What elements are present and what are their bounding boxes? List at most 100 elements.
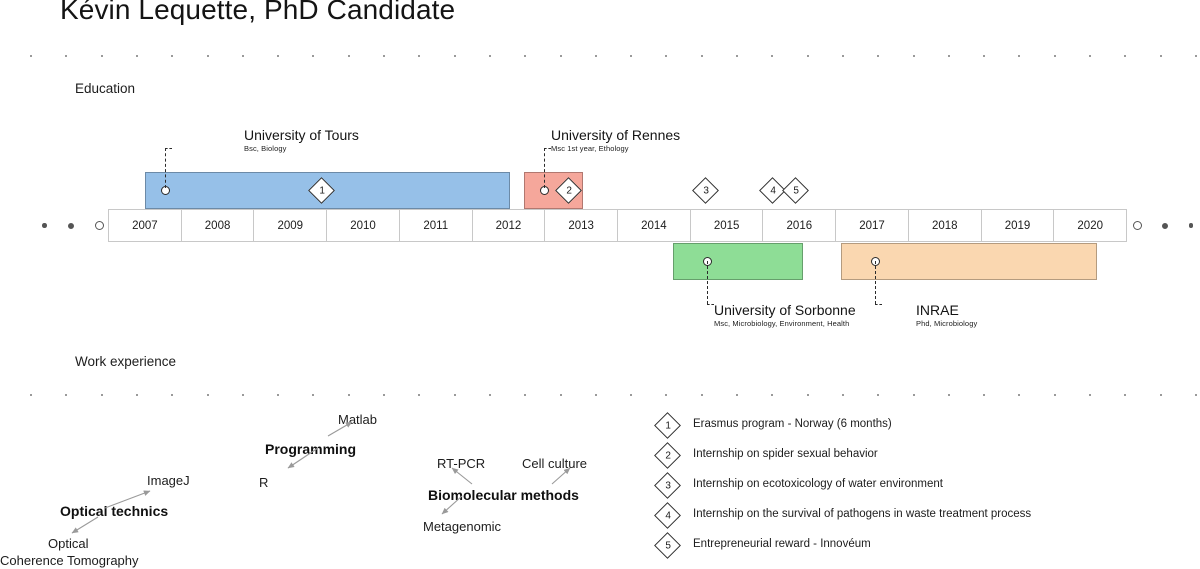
- leader-line-rennes: [544, 148, 545, 188]
- divider-dot: [806, 55, 809, 57]
- divider-dot: [700, 55, 703, 57]
- divider-dot: [806, 394, 809, 396]
- milestone-number: 4: [770, 185, 776, 197]
- legend-label: Entrepreneurial reward - Innovéum: [693, 538, 871, 550]
- year-cell[interactable]: 2014: [618, 210, 691, 241]
- period-institution-inrae: INRAE: [916, 302, 959, 318]
- year-cell[interactable]: 2017: [836, 210, 909, 241]
- milestone-number: 2: [566, 185, 572, 197]
- divider-dot: [206, 55, 209, 57]
- year-cell[interactable]: 2011: [400, 210, 473, 241]
- period-callout-rennes: University of Rennes Msc 1st year, Etholo…: [551, 128, 680, 155]
- divider-dot: [1124, 55, 1127, 57]
- divider-dot: [665, 394, 668, 396]
- period-institution-tours: University of Tours: [244, 127, 359, 143]
- divider-dot: [1053, 394, 1056, 396]
- legend-row[interactable]: 3 Internship on ecotoxicology of water en…: [654, 472, 1178, 504]
- cv-timeline-page: Kévin Lequette, PhD Candidate Education …: [0, 0, 1200, 569]
- divider-dot: [135, 55, 138, 57]
- year-cell[interactable]: 2008: [182, 210, 255, 241]
- divider-dot: [559, 394, 562, 396]
- divider-dot: [524, 55, 527, 57]
- legend-number: 3: [665, 480, 671, 492]
- milestone-legend: 1 Erasmus program - Norway (6 months) 2 Int…: [654, 412, 1178, 564]
- divider-top: [30, 55, 1197, 61]
- year-cell[interactable]: 2018: [909, 210, 982, 241]
- divider-dot: [877, 394, 880, 396]
- divider-dot: [594, 55, 597, 57]
- year-cell[interactable]: 2013: [545, 210, 619, 241]
- legend-number: 2: [665, 450, 671, 462]
- divider-dot: [488, 55, 491, 57]
- milestone-number: 5: [793, 185, 799, 197]
- divider-dot: [1089, 55, 1092, 57]
- legend-row[interactable]: 1 Erasmus program - Norway (6 months): [654, 412, 1178, 444]
- period-detail-tours: Bsc, Biology: [244, 144, 287, 153]
- divider-dot: [312, 394, 315, 396]
- leader-elbow-tours: [165, 148, 172, 149]
- divider-dot: [383, 55, 386, 57]
- divider-dot: [1195, 394, 1197, 396]
- legend-row[interactable]: 5 Entrepreneurial reward - Innovéum: [654, 532, 1178, 564]
- divider-dot: [453, 55, 456, 57]
- legend-label: Internship on ecotoxicology of water env…: [693, 478, 943, 490]
- divider-dot: [418, 55, 421, 57]
- milestone-diamond-5[interactable]: 5: [782, 177, 809, 204]
- year-cell[interactable]: 2007: [109, 210, 182, 241]
- divider-dot: [1159, 55, 1162, 57]
- axis-dot-medium: [67, 222, 74, 229]
- divider-dot: [630, 394, 633, 396]
- axis-dot-large: [1133, 221, 1142, 230]
- legend-label: Internship on the survival of pathogens …: [693, 508, 1032, 520]
- axis-left-dots: [42, 209, 104, 242]
- divider-dot: [65, 394, 68, 396]
- divider-dot: [453, 394, 456, 396]
- divider-dot: [277, 55, 280, 57]
- divider-dot: [241, 394, 244, 396]
- divider-dot: [841, 394, 844, 396]
- year-cell[interactable]: 2020: [1054, 210, 1126, 241]
- divider-dot: [1195, 55, 1197, 57]
- year-cell[interactable]: 2015: [691, 210, 764, 241]
- year-cell[interactable]: 2009: [254, 210, 328, 241]
- timeline-bar-sorbonne[interactable]: [673, 243, 803, 280]
- divider-dot: [383, 394, 386, 396]
- leader-elbow-sorbonne: [707, 304, 714, 305]
- milestone-diamond-3[interactable]: 3: [692, 177, 719, 204]
- period-callout-sorbonne: University of Sorbonne Msc, Microbiology,…: [714, 303, 856, 330]
- period-institution-rennes: University of Rennes: [551, 127, 681, 143]
- year-cell[interactable]: 2019: [982, 210, 1055, 241]
- divider-dot: [736, 55, 739, 57]
- legend-row[interactable]: 2 Internship on spider sexual behavior: [654, 442, 1178, 474]
- divider-dot: [312, 55, 315, 57]
- biomolecular-arrows: [441, 467, 571, 515]
- timeline-year-axis: 2007 2008 2009 2010 2011 2012 2013 2014 2015 2016…: [108, 209, 1127, 242]
- divider-dot: [594, 394, 597, 396]
- year-cell[interactable]: 2012: [473, 210, 546, 241]
- divider-dot: [135, 394, 138, 396]
- legend-label: Erasmus program - Norway (6 months): [693, 418, 892, 430]
- divider-dot: [418, 394, 421, 396]
- divider-dot: [841, 55, 844, 57]
- section-label-education: Education: [75, 81, 136, 96]
- divider-dot: [630, 55, 633, 57]
- divider-dot: [1159, 394, 1162, 396]
- year-cell[interactable]: 2016: [763, 210, 837, 241]
- divider-dot: [983, 394, 986, 396]
- leader-elbow-inrae: [875, 304, 882, 305]
- leader-line-sorbonne: [707, 261, 708, 304]
- milestone-number: 1: [319, 185, 325, 197]
- period-detail-sorbonne: Msc, Microbiology, Environment, Health: [714, 319, 850, 328]
- legend-diamond-2: 2: [654, 442, 681, 469]
- legend-row[interactable]: 4 Internship on the survival of pathogens…: [654, 502, 1178, 534]
- period-callout-tours: University of Tours Bsc, Biology: [244, 128, 359, 155]
- divider-dot: [206, 394, 209, 396]
- divider-dot: [877, 55, 880, 57]
- divider-dot: [1053, 55, 1056, 57]
- divider-dot: [241, 55, 244, 57]
- divider-dot: [912, 55, 915, 57]
- legend-label: Internship on spider sexual behavior: [693, 448, 878, 460]
- period-detail-inrae: Phd, Microbiology: [916, 319, 978, 328]
- year-cell[interactable]: 2010: [327, 210, 400, 241]
- legend-number: 4: [665, 510, 671, 522]
